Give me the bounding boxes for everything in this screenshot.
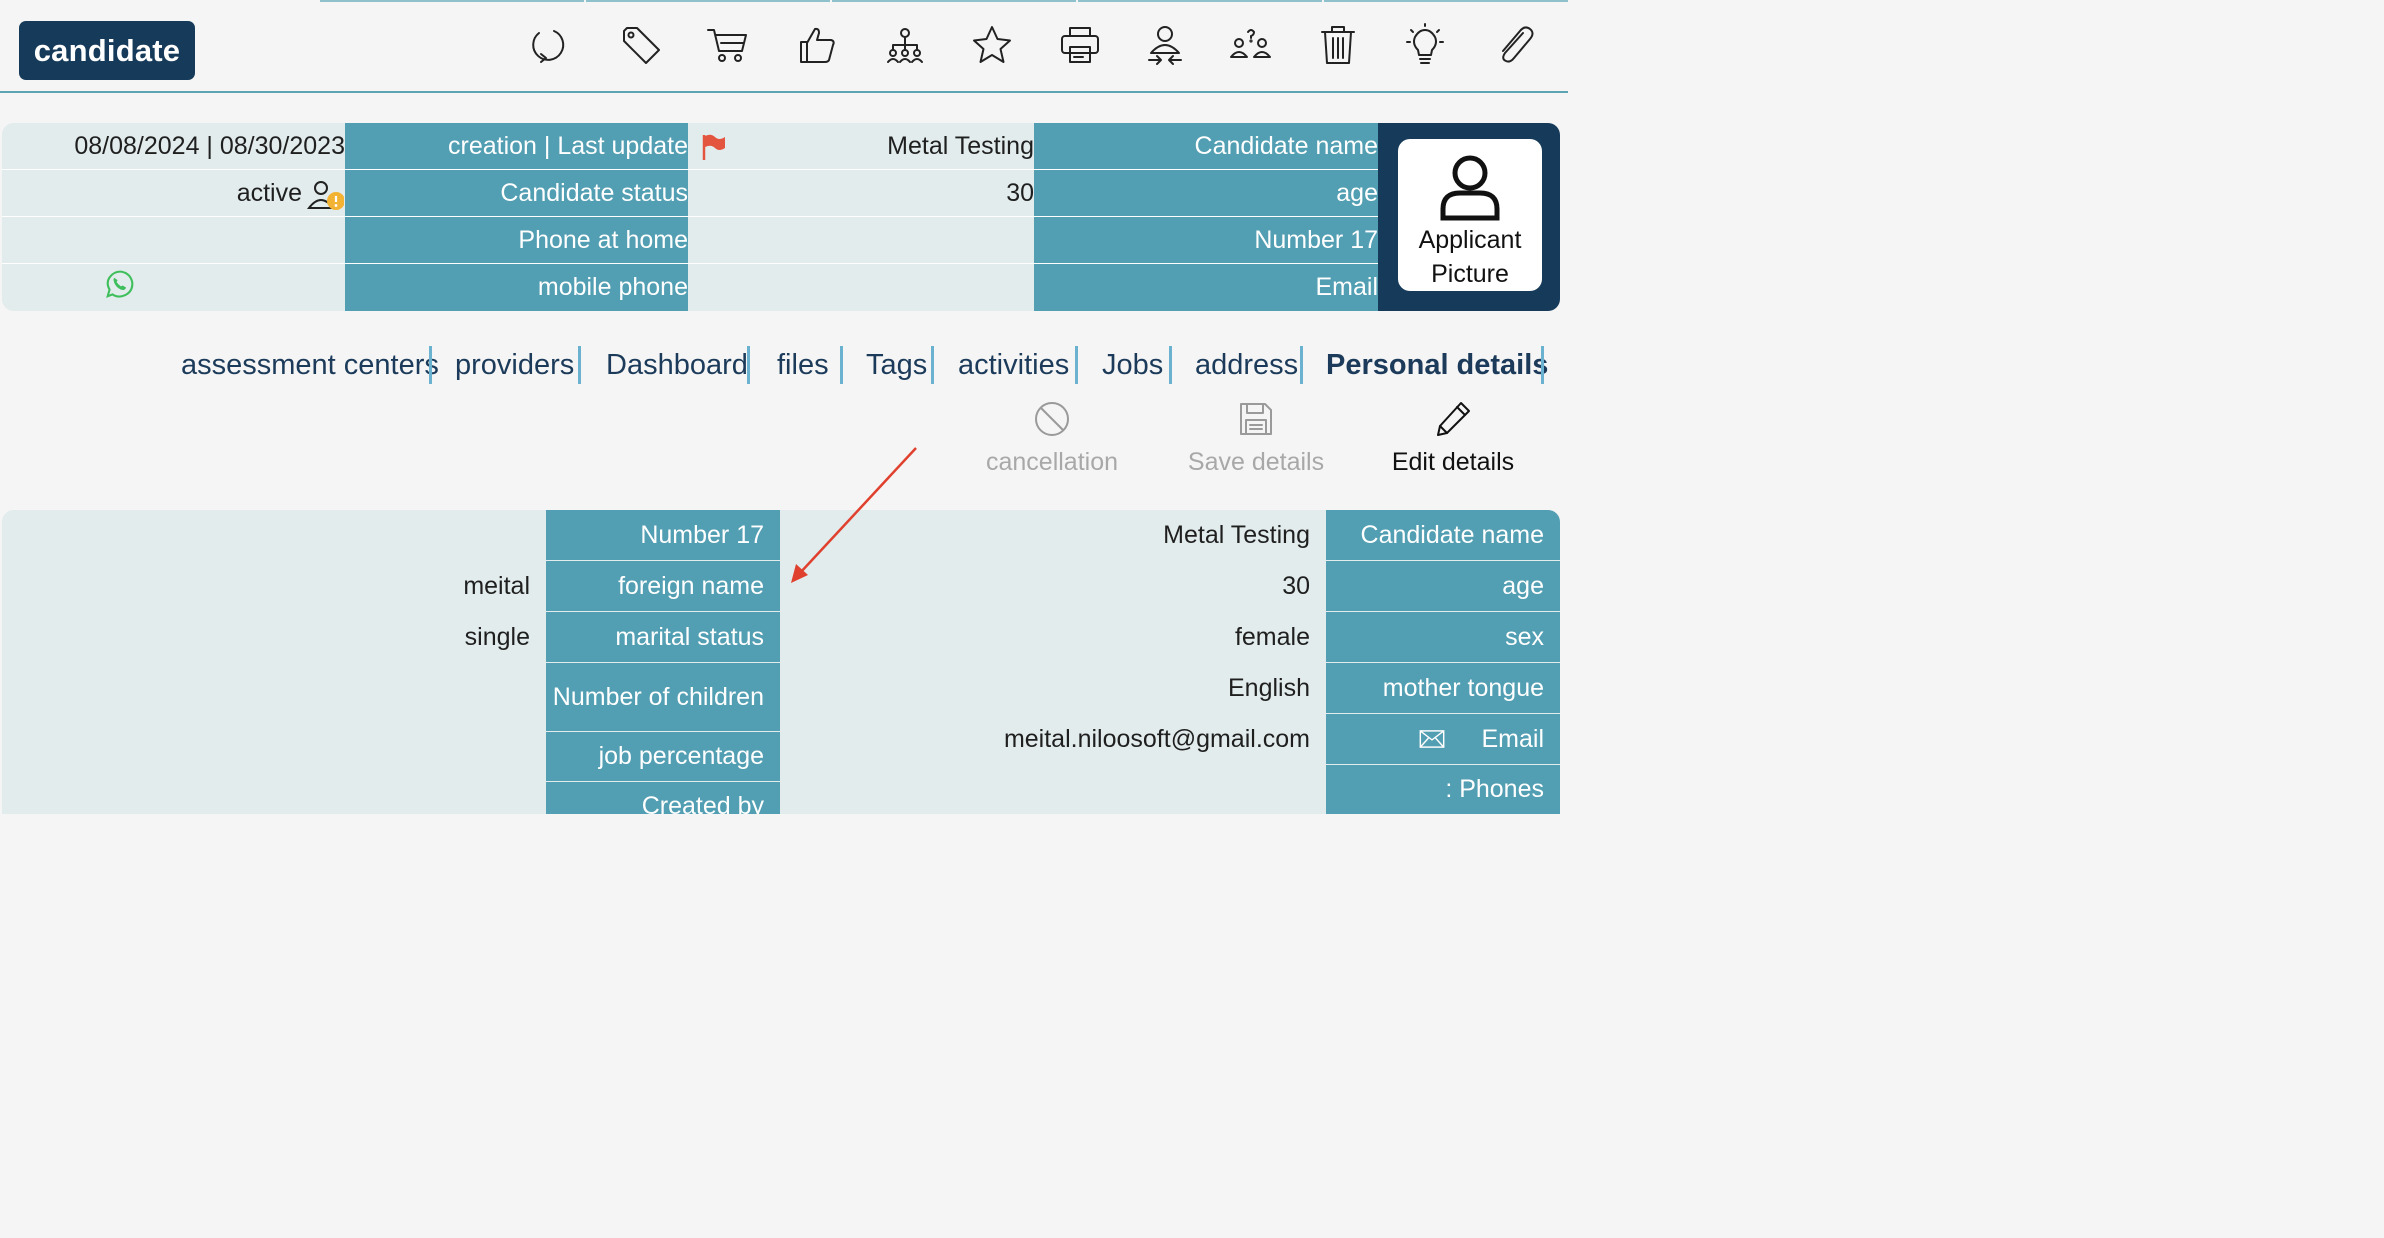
age-label: age bbox=[1326, 561, 1560, 611]
marital-status-label: marital status bbox=[546, 612, 780, 662]
status-label: Candidate status bbox=[345, 170, 688, 217]
paperclip-icon[interactable] bbox=[1492, 22, 1538, 68]
detail-label: Number 17 bbox=[546, 510, 780, 560]
user-avatar-icon bbox=[1440, 155, 1500, 221]
candidate-badge[interactable]: candidate bbox=[19, 21, 195, 80]
tab-separator bbox=[1541, 346, 1544, 384]
children-label-text: Number of children bbox=[552, 683, 764, 711]
created-by-value bbox=[2, 782, 546, 814]
save-details-button[interactable]: Save details bbox=[1186, 400, 1326, 477]
org-chart-icon[interactable] bbox=[882, 22, 928, 68]
home-phone-value bbox=[2, 217, 345, 264]
cancellation-label: cancellation bbox=[985, 448, 1119, 476]
tab-jobs[interactable]: Jobs bbox=[1102, 346, 1163, 384]
detail-value bbox=[2, 510, 546, 560]
children-label: Number of children bbox=[546, 663, 780, 731]
tab-separator bbox=[1169, 346, 1172, 384]
candidate-name-value: Metal Testing bbox=[688, 123, 1034, 170]
tab-activities[interactable]: activities bbox=[958, 346, 1069, 384]
age-value: 30 bbox=[688, 170, 1034, 217]
applicant-picture-label-line2: Picture bbox=[1431, 260, 1509, 288]
row-divider bbox=[2, 169, 1378, 170]
tab-providers[interactable]: providers bbox=[455, 346, 574, 384]
star-icon[interactable] bbox=[969, 22, 1015, 68]
dates-value: 08/08/2024 | 08/30/2023 bbox=[2, 123, 345, 170]
sex-value: female bbox=[780, 612, 1326, 662]
save-details-label: Save details bbox=[1187, 448, 1325, 476]
refresh-icon[interactable] bbox=[524, 22, 570, 68]
job-percentage-value bbox=[2, 732, 546, 781]
email-label: Email bbox=[1034, 264, 1378, 311]
mobile-phone-value bbox=[2, 264, 345, 311]
cancellation-button[interactable]: cancellation bbox=[980, 400, 1124, 477]
marital-status-value: single bbox=[2, 612, 546, 662]
tab-tags[interactable]: Tags bbox=[866, 346, 927, 384]
tab-assessment-centers[interactable]: assessment centers bbox=[181, 346, 439, 384]
mother-tongue-value: English bbox=[780, 663, 1326, 713]
row-divider bbox=[2, 263, 1378, 264]
tab-separator bbox=[931, 346, 934, 384]
job-percentage-label: job percentage bbox=[546, 732, 780, 781]
phones-label: : Phones bbox=[1326, 765, 1560, 814]
tab-separator bbox=[1300, 346, 1303, 384]
row-divider bbox=[2, 216, 1378, 217]
children-value bbox=[2, 663, 546, 731]
save-icon bbox=[1240, 403, 1272, 435]
email-value bbox=[688, 264, 1034, 311]
email-label-cell: Email bbox=[1326, 714, 1560, 764]
tab-address[interactable]: address bbox=[1195, 346, 1298, 384]
edit-details-label: Edit details bbox=[1391, 448, 1515, 476]
trash-icon[interactable] bbox=[1315, 22, 1361, 68]
merge-user-icon[interactable] bbox=[1142, 22, 1188, 68]
detail-value: Metal Testing bbox=[780, 510, 1326, 560]
applicant-picture-frame: Applicant Picture bbox=[1378, 123, 1560, 311]
tab-dashboard[interactable]: Dashboard bbox=[606, 346, 748, 384]
lightbulb-icon[interactable] bbox=[1402, 22, 1448, 68]
foreign-name-label: foreign name bbox=[546, 561, 780, 611]
tab-separator bbox=[840, 346, 843, 384]
cart-icon[interactable] bbox=[704, 22, 750, 68]
tab-separator bbox=[747, 346, 750, 384]
email-value[interactable]: meital.niloosoft@gmail.com bbox=[780, 714, 1326, 764]
tag-icon[interactable] bbox=[618, 22, 664, 68]
id-number-label: Number 17 bbox=[1034, 217, 1378, 264]
tab-separator bbox=[429, 346, 432, 384]
header-bar: candidate bbox=[0, 0, 1568, 93]
sex-label: sex bbox=[1326, 612, 1560, 662]
candidate-name-label: Candidate name bbox=[1034, 123, 1378, 170]
personal-details-table: Number 17 Metal Testing Candidate name m… bbox=[2, 510, 1560, 814]
mobile-phone-label: mobile phone bbox=[345, 264, 688, 311]
phones-value bbox=[780, 765, 1326, 814]
id-number-value bbox=[688, 217, 1034, 264]
envelope-icon bbox=[1420, 730, 1445, 748]
age-value: 30 bbox=[780, 561, 1326, 611]
printer-icon[interactable] bbox=[1057, 22, 1103, 68]
status-value: active bbox=[2, 170, 302, 217]
cancel-icon bbox=[1035, 402, 1069, 436]
tab-separator bbox=[1075, 346, 1078, 384]
thumbs-up-icon[interactable] bbox=[794, 22, 840, 68]
candidate-summary-panel: 08/08/2024 | 08/30/2023 creation | Last … bbox=[2, 123, 1560, 311]
pencil-icon bbox=[1437, 402, 1470, 436]
mother-tongue-label: mother tongue bbox=[1326, 663, 1560, 713]
users-question-icon[interactable] bbox=[1228, 22, 1274, 68]
whatsapp-icon[interactable] bbox=[102, 267, 138, 303]
user-alert-icon[interactable] bbox=[306, 179, 345, 211]
created-by-label: Created by bbox=[546, 782, 780, 814]
email-label: Email bbox=[1481, 724, 1544, 753]
dates-label: creation | Last update bbox=[345, 123, 688, 170]
applicant-picture[interactable]: Applicant Picture bbox=[1398, 139, 1542, 291]
home-phone-label: Phone at home bbox=[345, 217, 688, 264]
age-label: age bbox=[1034, 170, 1378, 217]
detail-label: Candidate name bbox=[1326, 510, 1560, 560]
tab-files[interactable]: files bbox=[777, 346, 829, 384]
foreign-name-value: meital bbox=[2, 561, 546, 611]
flag-icon[interactable] bbox=[700, 133, 728, 161]
tab-personal-details[interactable]: Personal details bbox=[1326, 346, 1548, 384]
applicant-picture-label-line1: Applicant bbox=[1418, 226, 1522, 254]
edit-details-button[interactable]: Edit details bbox=[1388, 400, 1518, 477]
tab-separator bbox=[578, 346, 581, 384]
